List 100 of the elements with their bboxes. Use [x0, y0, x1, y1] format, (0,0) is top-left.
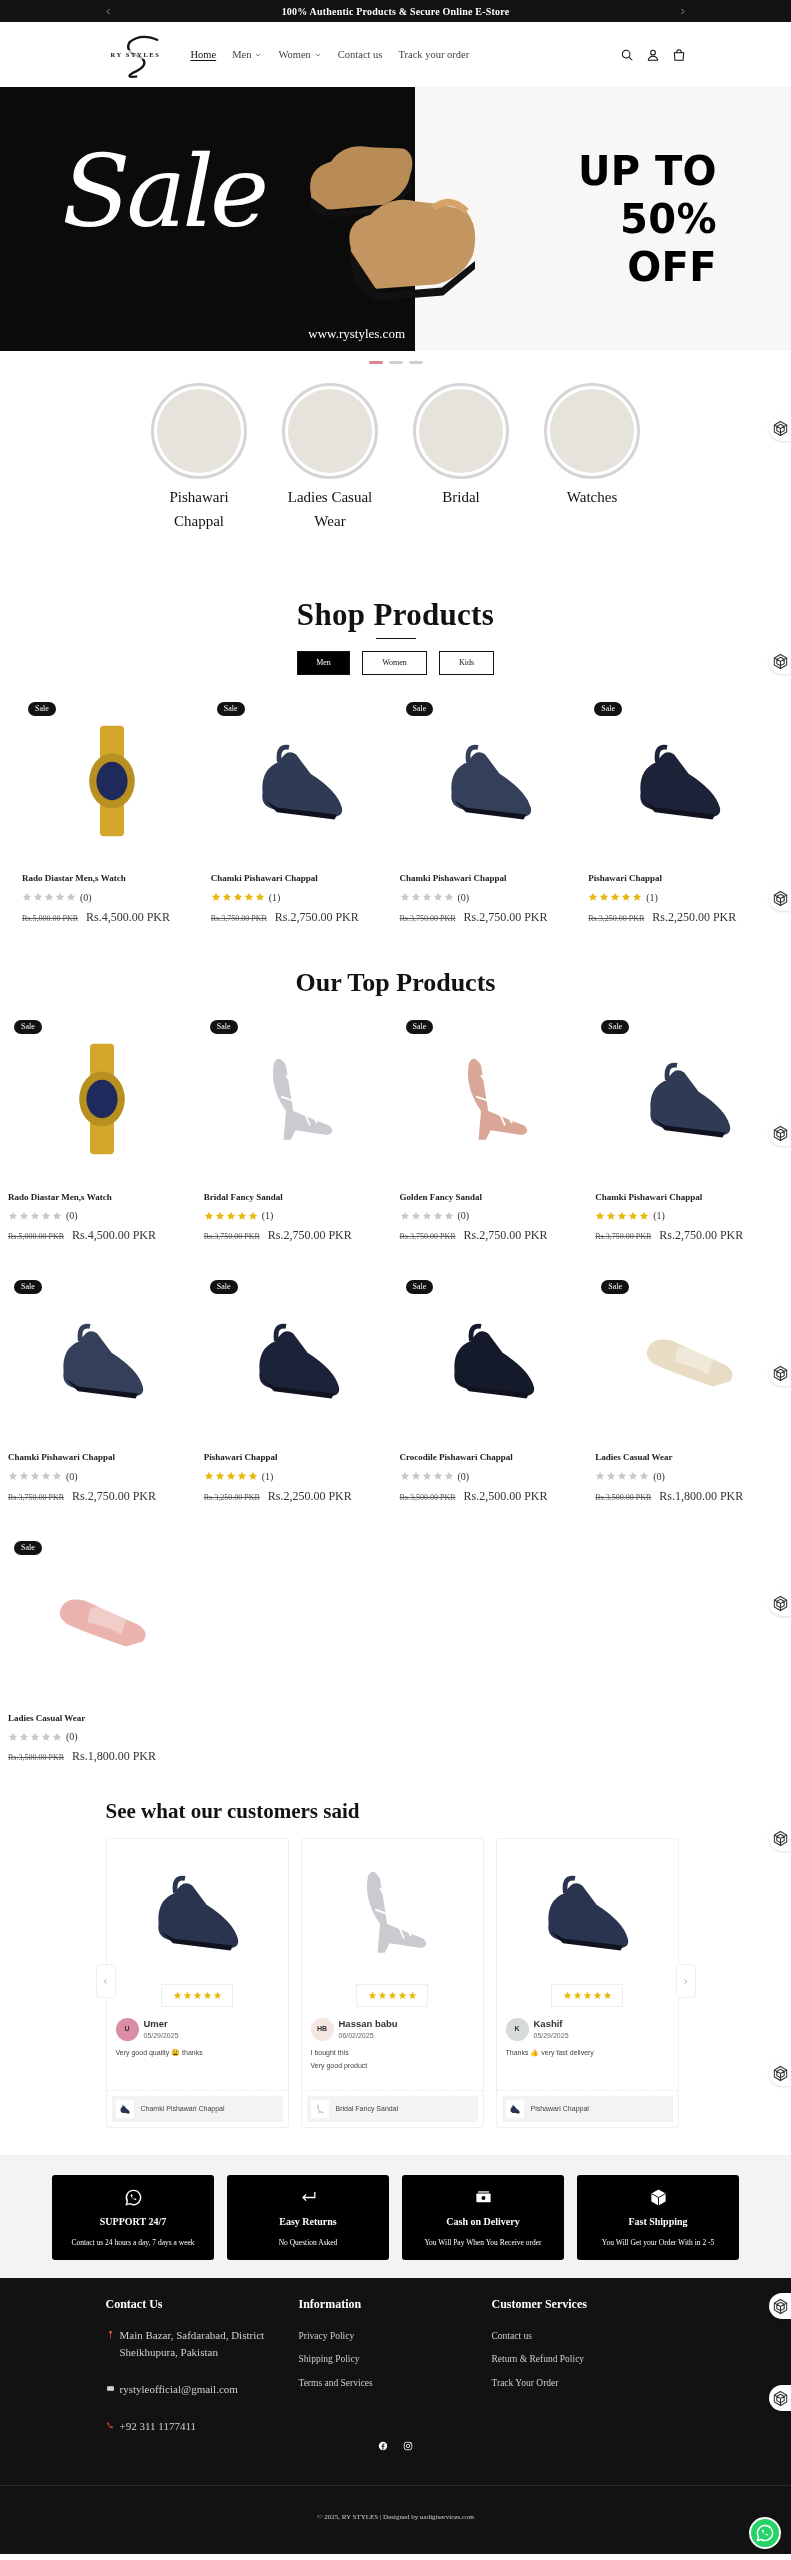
- nav-link[interactable]: Women: [278, 46, 322, 63]
- sale-badge: Sale: [594, 702, 623, 716]
- product-name[interactable]: Golden Fancy Sandal: [399, 1190, 588, 1204]
- star-icon: [41, 1731, 51, 1742]
- price: Rs.2,250.00 PKR: [652, 908, 737, 926]
- star-icon: [410, 1471, 421, 1481]
- star-icon: [602, 1991, 612, 2000]
- product-name[interactable]: Chamki Pishawari Chappal: [399, 872, 581, 886]
- category-link[interactable]: Watches: [566, 485, 618, 509]
- whatsapp-icon: [123, 2188, 143, 2207]
- star-icon: [44, 892, 54, 902]
- product-name[interactable]: Ladies Casual Wear: [8, 1711, 196, 1725]
- filter-tab[interactable]: Women: [362, 651, 427, 675]
- star-icon: [399, 1471, 410, 1481]
- facebook-icon[interactable]: [378, 2441, 388, 2451]
- feature-title: SUPPORT 24/7: [99, 2215, 167, 2229]
- product-name[interactable]: Crocodile Pishawari Chappal: [399, 1451, 588, 1465]
- star-icon: [30, 1471, 40, 1481]
- category-link[interactable]: Ladies Casual Wear: [281, 485, 379, 533]
- filter-tab[interactable]: Kids: [439, 651, 494, 675]
- star-icon: [606, 1471, 617, 1481]
- footer-heading: Information: [298, 2296, 363, 2313]
- hexagon-icon: [772, 889, 789, 907]
- reviewer-name: Kashif: [533, 2017, 564, 2031]
- star-icon: [210, 892, 221, 902]
- star-icon: [592, 1991, 602, 2000]
- product-name[interactable]: Rado Diastar Men,s Watch: [8, 1190, 196, 1204]
- review-count: (0): [66, 1209, 78, 1223]
- product-name[interactable]: Chamki Pishawari Chappal: [8, 1451, 196, 1465]
- price: Rs.1,800.00 PKR: [659, 1487, 744, 1505]
- star-icon: [52, 1210, 62, 1221]
- account-icon[interactable]: [645, 47, 660, 62]
- floating-widget-button[interactable]: [769, 1120, 791, 1146]
- floating-widget-button[interactable]: [769, 1360, 791, 1386]
- floating-widget-button[interactable]: [769, 2060, 791, 2086]
- star-icon: [421, 1210, 432, 1221]
- price: Rs.2,750.00 PKR: [463, 1227, 548, 1244]
- product-name[interactable]: Chamki Pishawari Chappal: [595, 1190, 783, 1204]
- review-count: (0): [80, 890, 92, 905]
- search-icon[interactable]: [619, 47, 634, 62]
- footer-link[interactable]: Contact us: [491, 2329, 685, 2344]
- star-icon: [8, 1471, 18, 1481]
- floating-widget-button[interactable]: [769, 1825, 791, 1851]
- hexagon-icon: [772, 1829, 789, 1847]
- nav-link[interactable]: Track your order: [398, 46, 470, 63]
- floating-widget-button[interactable]: [769, 2385, 791, 2411]
- footer-link[interactable]: Track Your Order: [491, 2375, 685, 2390]
- phone-icon: [105, 2421, 115, 2430]
- star-icon: [212, 1991, 222, 2000]
- footer-heading: Contact Us: [105, 2296, 164, 2313]
- review-count: (1): [646, 890, 658, 905]
- footer-link[interactable]: Shipping Policy: [298, 2352, 492, 2367]
- floating-widget-button[interactable]: [769, 1590, 791, 1616]
- price: Rs.4,500.00 PKR: [72, 1227, 157, 1244]
- banner-script: Sale: [62, 142, 266, 242]
- star-icon: [595, 1471, 606, 1481]
- star-icon: [387, 1991, 397, 2000]
- star-icon: [8, 1210, 18, 1221]
- compare-price: Rs.3,250.00 PKR: [203, 1491, 260, 1504]
- hexagon-icon: [772, 419, 789, 437]
- product-name[interactable]: Chamki Pishawari Chappal: [210, 872, 392, 886]
- compare-price: Rs.5,000.00 PKR: [8, 1231, 64, 1243]
- footer-link[interactable]: Privacy Policy: [298, 2329, 492, 2344]
- star-icon: [41, 1210, 51, 1221]
- sale-badge: Sale: [209, 1019, 238, 1034]
- product-name[interactable]: Bridal Fancy Sandal: [203, 1190, 392, 1204]
- sale-badge: Sale: [14, 1540, 42, 1555]
- star-icon: [236, 1471, 247, 1481]
- nav-link[interactable]: Men: [232, 46, 263, 63]
- nav-link[interactable]: Home: [190, 46, 217, 63]
- star-icon: [247, 1471, 258, 1481]
- floating-widget-button[interactable]: [769, 885, 791, 911]
- star-icon: [202, 1991, 212, 2000]
- price: Rs.2,750.00 PKR: [274, 908, 359, 926]
- compare-price: Rs.3,750.00 PKR: [399, 1231, 456, 1243]
- footer-contact-text: rystyleofficial@gmail.com: [119, 2382, 238, 2397]
- nav-link[interactable]: Contact us: [337, 46, 383, 63]
- star-icon: [221, 892, 232, 902]
- filter-tab[interactable]: Men: [297, 651, 350, 675]
- footer-link[interactable]: Terms and Services: [298, 2375, 492, 2390]
- envelope-icon: [105, 2384, 115, 2393]
- product-name[interactable]: Pishawari Chappal: [588, 872, 769, 886]
- category-link[interactable]: Bridal: [442, 485, 480, 509]
- product-name[interactable]: Pishawari Chappal: [203, 1451, 392, 1465]
- category-link[interactable]: Pishawari Chappal: [150, 485, 248, 533]
- product-name[interactable]: Ladies Casual Wear: [595, 1451, 783, 1465]
- instagram-icon[interactable]: [403, 2441, 413, 2451]
- star-icon: [225, 1471, 236, 1481]
- footer-link[interactable]: Return & Refund Policy: [491, 2352, 685, 2367]
- star-icon: [172, 1991, 182, 2000]
- floating-widget-button[interactable]: [769, 648, 791, 674]
- product-name[interactable]: Rado Diastar Men,s Watch: [22, 872, 203, 886]
- star-icon: [410, 1210, 421, 1221]
- floating-widget-button[interactable]: [769, 2293, 791, 2319]
- feature-title: Fast Shipping: [628, 2215, 688, 2229]
- cart-icon[interactable]: [671, 47, 686, 62]
- sale-badge: Sale: [14, 1019, 42, 1034]
- sale-badge: Sale: [405, 1280, 434, 1294]
- star-icon: [628, 1210, 639, 1221]
- floating-widget-button[interactable]: [769, 415, 791, 441]
